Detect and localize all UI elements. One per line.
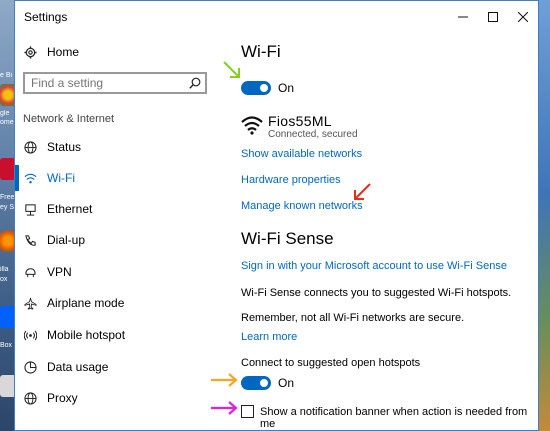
gear-icon bbox=[23, 45, 37, 59]
sidebar: Home Network & Internet Status Wi-Fi bbox=[15, 33, 215, 430]
sidebar-item-label: Data usage bbox=[47, 360, 109, 374]
hotspots-toggle[interactable] bbox=[241, 376, 271, 390]
minimize-button[interactable] bbox=[448, 1, 478, 33]
notification-checkbox[interactable] bbox=[241, 405, 254, 418]
orange-arrow-icon bbox=[211, 373, 238, 387]
main-content: Wi-Fi On Fios55ML Connected, secured Sho… bbox=[241, 33, 538, 430]
sidebar-item-airplane-mode[interactable]: Airplane mode bbox=[23, 290, 124, 316]
sidebar-item-label: Mobile hotspot bbox=[47, 328, 126, 342]
close-button[interactable] bbox=[508, 1, 538, 33]
hardware-properties-link[interactable]: Hardware properties bbox=[241, 174, 341, 186]
network-status: Connected, secured bbox=[268, 129, 358, 140]
notification-label: Show a notification banner when action i… bbox=[260, 406, 528, 430]
desktop-right bbox=[538, 0, 550, 431]
wifi-sense-description: Wi-Fi Sense connects you to suggested Wi… bbox=[241, 287, 512, 299]
sidebar-item-label: Airplane mode bbox=[47, 296, 125, 310]
hotspot-icon bbox=[23, 328, 37, 342]
sidebar-item-vpn[interactable]: VPN bbox=[23, 259, 72, 285]
wifi-signal-icon bbox=[241, 116, 263, 135]
maximize-button[interactable] bbox=[478, 1, 508, 33]
search-input[interactable] bbox=[31, 76, 185, 90]
vpn-icon bbox=[23, 265, 37, 279]
settings-window: Settings Home Network & Internet bbox=[14, 0, 539, 431]
network-name: Fios55ML bbox=[268, 113, 332, 129]
magenta-arrow-icon bbox=[211, 401, 238, 415]
sidebar-item-dialup[interactable]: Dial-up bbox=[23, 227, 85, 253]
maximize-icon bbox=[488, 12, 498, 22]
phone-icon bbox=[23, 233, 37, 247]
sidebar-item-data-usage[interactable]: Data usage bbox=[23, 354, 108, 380]
hotspots-toggle-label: On bbox=[278, 376, 295, 390]
sidebar-item-label: Wi-Fi bbox=[47, 171, 75, 185]
close-icon bbox=[518, 12, 528, 22]
active-indicator bbox=[15, 165, 19, 191]
sidebar-item-mobile-hotspot[interactable]: Mobile hotspot bbox=[23, 322, 125, 348]
sidebar-item-ethernet[interactable]: Ethernet bbox=[23, 196, 92, 222]
sidebar-item-label: VPN bbox=[47, 265, 72, 279]
minimize-icon bbox=[458, 16, 468, 18]
title-bar: Settings bbox=[15, 1, 538, 33]
learn-more-link[interactable]: Learn more bbox=[241, 331, 297, 343]
sidebar-item-label: Dial-up bbox=[47, 233, 86, 247]
wifi-sense-note: Remember, not all Wi-Fi networks are sec… bbox=[241, 312, 465, 324]
section-title: Wi-Fi Sense bbox=[241, 229, 334, 248]
manage-known-networks-link[interactable]: Manage known networks bbox=[241, 200, 363, 212]
sidebar-item-status[interactable]: Status bbox=[23, 134, 81, 160]
ethernet-icon bbox=[23, 202, 37, 216]
sidebar-item-proxy[interactable]: Proxy bbox=[23, 385, 78, 411]
wifi-icon bbox=[23, 171, 37, 185]
search-icon[interactable] bbox=[185, 77, 205, 89]
page-title: Wi-Fi bbox=[241, 42, 281, 61]
sidebar-item-label: Proxy bbox=[47, 391, 78, 405]
data-usage-icon bbox=[23, 360, 37, 374]
sidebar-item-label: Status bbox=[47, 140, 82, 154]
wifi-toggle-label: On bbox=[278, 81, 295, 95]
airplane-icon bbox=[23, 296, 37, 310]
sidebar-item-label: Home bbox=[47, 45, 80, 59]
sidebar-item-wifi[interactable]: Wi-Fi bbox=[23, 165, 75, 191]
sidebar-item-home[interactable]: Home bbox=[23, 39, 79, 65]
globe-icon bbox=[23, 391, 37, 405]
show-available-networks-link[interactable]: Show available networks bbox=[241, 148, 362, 160]
section-heading: Network & Internet bbox=[23, 113, 115, 125]
green-arrow-icon bbox=[223, 61, 240, 78]
hotspots-label: Connect to suggested open hotspots bbox=[241, 357, 421, 369]
globe-icon bbox=[23, 140, 37, 154]
sidebar-item-label: Ethernet bbox=[47, 202, 93, 216]
red-arrow-icon bbox=[354, 183, 371, 200]
window-title: Settings bbox=[24, 10, 68, 24]
sign-in-microsoft-link[interactable]: Sign in with your Microsoft account to u… bbox=[241, 260, 507, 272]
wifi-toggle[interactable] bbox=[241, 81, 271, 95]
search-box[interactable] bbox=[23, 72, 207, 94]
